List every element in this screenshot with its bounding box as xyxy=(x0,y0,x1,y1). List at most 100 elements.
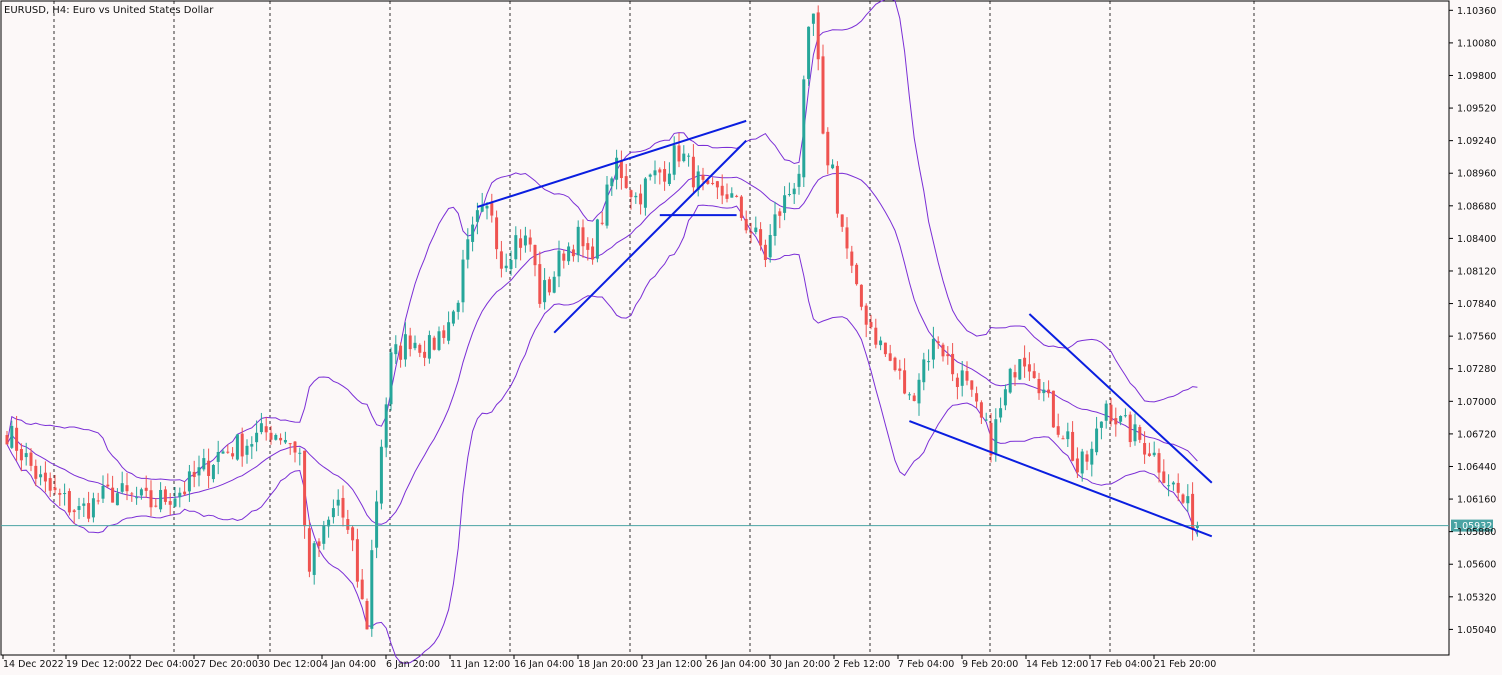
candle-body xyxy=(427,335,431,359)
candle-body xyxy=(514,235,518,260)
candle-body xyxy=(475,210,479,222)
y-tick-label: 1.06160 xyxy=(1457,495,1496,506)
candle-body xyxy=(130,493,134,495)
candle-body xyxy=(571,249,575,257)
candle-body xyxy=(888,353,892,361)
candle-body xyxy=(451,311,455,324)
candle-body xyxy=(519,238,523,248)
candle xyxy=(1181,493,1185,504)
x-tick-label: 14 Feb 12:00 xyxy=(1026,659,1088,670)
x-tick-label: 11 Jan 12:00 xyxy=(450,659,510,670)
x-tick-label: 17 Feb 04:00 xyxy=(1090,659,1152,670)
candle-body xyxy=(763,244,767,260)
candle-body xyxy=(1042,389,1046,394)
candle-body xyxy=(840,214,844,227)
candle-body xyxy=(39,474,43,478)
candle-body xyxy=(960,370,964,386)
candle-body xyxy=(682,153,686,162)
x-tick-label: 26 Jan 04:00 xyxy=(706,659,766,670)
candle xyxy=(432,335,436,351)
candle-body xyxy=(495,217,499,250)
candle-body xyxy=(1032,371,1036,378)
candle-body xyxy=(1167,485,1171,487)
candle-body xyxy=(720,185,724,196)
candle-body xyxy=(835,165,839,214)
candle-body xyxy=(912,395,916,401)
candle-body xyxy=(437,331,441,350)
y-tick-label: 1.06720 xyxy=(1457,429,1496,440)
candle-body xyxy=(255,432,259,443)
candle-body xyxy=(946,354,950,357)
candle-body xyxy=(82,503,86,506)
candle-body xyxy=(1013,372,1017,378)
candle-body xyxy=(754,227,758,233)
plot-area[interactable] xyxy=(0,0,1450,656)
candle-body xyxy=(120,483,124,492)
y-tick-label: 1.09240 xyxy=(1457,136,1496,147)
candle-body xyxy=(456,302,460,312)
candle-body xyxy=(91,498,95,518)
candle-body xyxy=(418,344,422,353)
candle-body xyxy=(1147,453,1151,456)
candle-body xyxy=(874,327,878,345)
candle-body xyxy=(1003,389,1007,406)
candle-body xyxy=(855,264,859,285)
candle-body xyxy=(552,276,556,293)
candle-body xyxy=(298,452,302,454)
candle xyxy=(859,284,863,311)
candle-body xyxy=(1128,414,1132,443)
candle-body xyxy=(19,448,23,461)
candle-body xyxy=(1085,454,1089,462)
candle-body xyxy=(610,178,614,187)
candle xyxy=(807,26,811,87)
candle-body xyxy=(557,250,561,277)
candle-body xyxy=(864,305,868,325)
x-tick-label: 22 Dec 04:00 xyxy=(130,659,194,670)
candle-body xyxy=(711,182,715,184)
candle-body xyxy=(322,525,326,544)
candle-body xyxy=(965,371,969,381)
candle-body xyxy=(567,246,571,262)
candle-body xyxy=(1066,431,1070,440)
candle xyxy=(1128,411,1132,448)
candle-body xyxy=(1171,482,1175,485)
candle-body xyxy=(619,161,623,179)
candle-body xyxy=(216,451,220,462)
candle-body xyxy=(187,471,191,492)
candle-body xyxy=(931,338,935,360)
candle-body xyxy=(768,235,772,258)
candle-body xyxy=(87,503,91,519)
candle-body xyxy=(586,243,590,250)
candle-body xyxy=(735,195,739,197)
candle-body xyxy=(221,451,225,454)
candle-body xyxy=(591,246,595,260)
candle-body xyxy=(346,519,350,530)
chart-container: 1.05932 1.10360 1.10080 1.09800 1.09520 1.09… xyxy=(0,0,1502,675)
candle xyxy=(802,75,806,188)
candle-body xyxy=(1008,368,1012,393)
candle-body xyxy=(821,56,825,134)
candle-body xyxy=(360,579,364,600)
candle-body xyxy=(423,351,427,358)
candle-body xyxy=(797,173,801,187)
x-tick-label: 18 Jan 20:00 xyxy=(578,659,638,670)
y-tick-label: 1.05880 xyxy=(1457,527,1496,538)
candle xyxy=(1051,390,1055,428)
candle-body xyxy=(778,211,782,216)
price-chart[interactable]: 1.05932 1.103601.100801.098001.095201.09… xyxy=(0,0,1502,675)
candle xyxy=(595,218,599,263)
y-tick-label: 1.07280 xyxy=(1457,364,1496,375)
candle-body xyxy=(903,370,907,394)
candle-body xyxy=(663,169,667,182)
candle-body xyxy=(240,433,244,457)
candle-body xyxy=(471,224,475,242)
candle-body xyxy=(1071,431,1075,461)
candle-body xyxy=(1176,482,1180,493)
candle-body xyxy=(466,239,470,260)
x-tick-label: 14 Dec 2022 xyxy=(3,659,64,670)
candle-body xyxy=(336,499,340,506)
x-tick-label: 7 Feb 04:00 xyxy=(898,659,954,670)
candle-body xyxy=(1133,424,1137,442)
candle-body xyxy=(725,194,729,199)
candle-body xyxy=(547,279,551,293)
